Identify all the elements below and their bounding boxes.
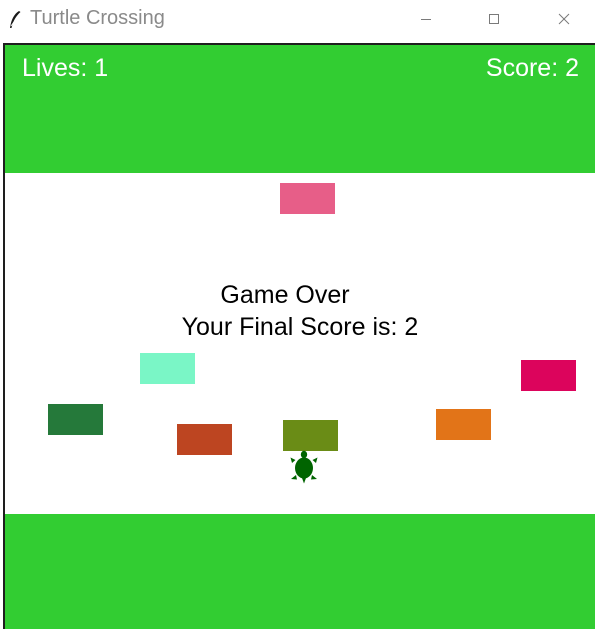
car-aquamarine	[140, 353, 195, 384]
window-title: Turtle Crossing	[30, 7, 165, 29]
close-button[interactable]	[541, 0, 587, 38]
car-crimson	[521, 360, 576, 391]
turtle-player-icon	[290, 450, 318, 484]
score-counter: Score: 2	[485, 54, 579, 82]
close-icon	[558, 13, 570, 25]
game-canvas[interactable]: Lives: 1 Score: 2 Game Over Your Final S…	[3, 43, 595, 629]
car-orange	[436, 409, 491, 440]
final-score-text: Your Final Score is: 2	[181, 313, 419, 341]
maximize-button[interactable]	[471, 0, 517, 38]
maximize-icon	[489, 14, 499, 24]
car-dark-green	[48, 404, 103, 435]
minimize-icon	[421, 19, 431, 20]
bottom-grass-zone	[5, 514, 595, 629]
title-bar: Turtle Crossing	[0, 0, 595, 40]
game-over-message: Game Over Your Final Score is: 2	[5, 279, 595, 343]
car-olive	[283, 420, 338, 451]
feather-icon	[10, 11, 21, 28]
minimize-button[interactable]	[403, 0, 449, 38]
lives-counter: Lives: 1	[22, 54, 109, 82]
car-pink	[280, 183, 335, 214]
car-rust	[177, 424, 232, 455]
game-over-title: Game Over	[220, 281, 350, 309]
